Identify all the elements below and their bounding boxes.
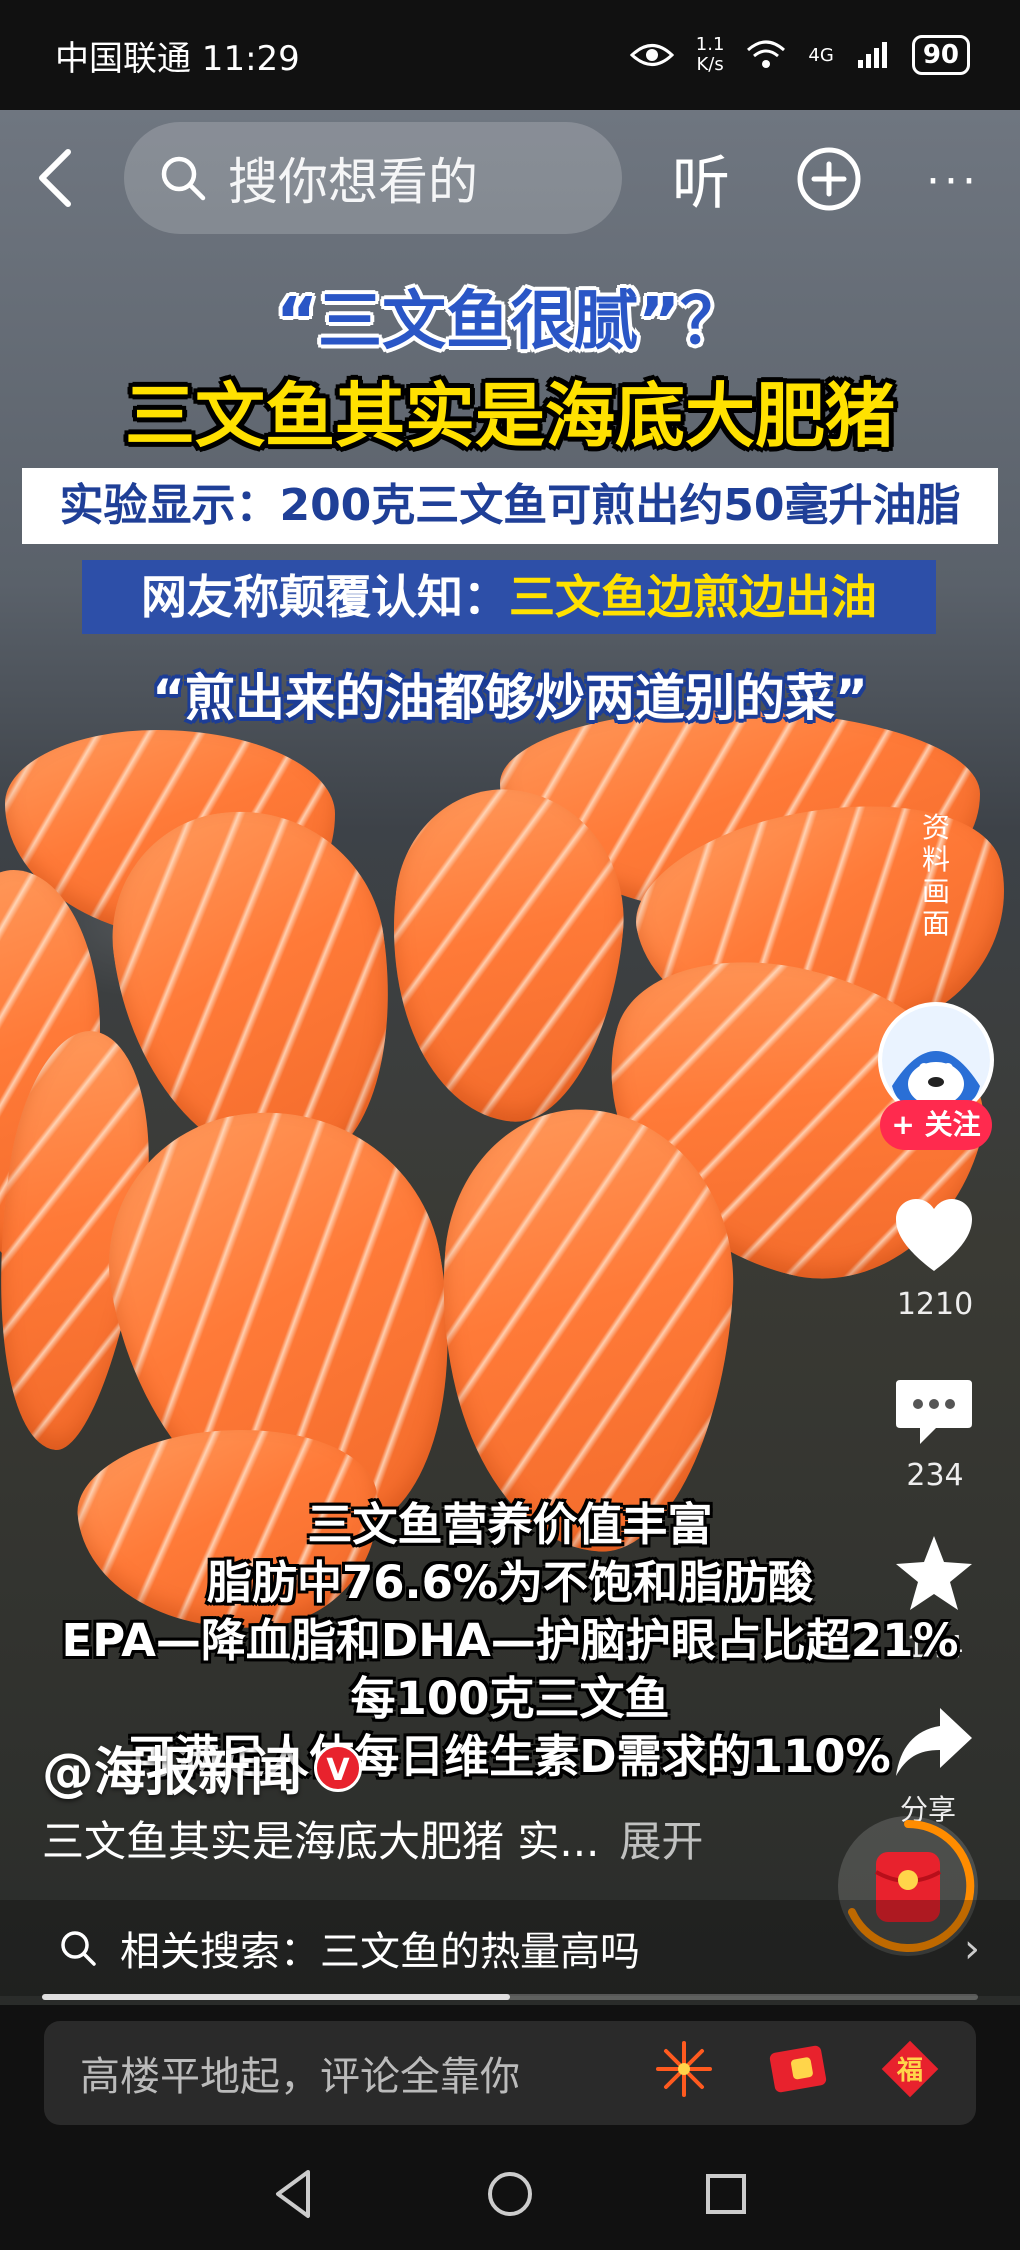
red-envelope-icon[interactable] bbox=[766, 2037, 830, 2101]
description-text: 三文鱼其实是海底大肥猪 实... bbox=[42, 1817, 600, 1866]
comment-bar: 高楼平地起，评论全靠你 福 bbox=[0, 2005, 1020, 2140]
back-icon[interactable] bbox=[28, 146, 88, 210]
listen-button[interactable]: 听 bbox=[672, 136, 730, 220]
more-button[interactable]: ··· bbox=[926, 156, 980, 207]
fu-icon[interactable]: 福 bbox=[878, 2037, 942, 2101]
like-count: 1210 bbox=[896, 1287, 974, 1322]
carrier-time: 中国联通 11:29 bbox=[55, 38, 300, 79]
search-icon bbox=[61, 1931, 96, 1966]
netizen-banner: 网友称颠覆认知：三文鱼边煎边出油 bbox=[82, 560, 936, 634]
material-tag: 资料画面 bbox=[921, 811, 950, 940]
netizen-prefix: 网友称颠覆认知： bbox=[141, 570, 509, 624]
caption-line: 三文鱼营养价值丰富 bbox=[307, 1498, 713, 1551]
system-nav-bar bbox=[0, 2140, 1020, 2250]
net-speed: 1.1 K/s bbox=[696, 35, 725, 75]
fireworks-icon[interactable] bbox=[652, 2037, 716, 2101]
follow-button[interactable]: + 关注 bbox=[880, 1100, 992, 1150]
avatar-icon bbox=[882, 1006, 990, 1114]
expand-link[interactable]: 展开 bbox=[619, 1808, 703, 1869]
caption-line: EPA—降血脂和DHA—护脑护眼占比超21% bbox=[61, 1614, 959, 1667]
author-row[interactable]: @海报新闻 V bbox=[42, 1730, 363, 1805]
heart-icon[interactable] bbox=[892, 1195, 976, 1279]
wifi-icon bbox=[747, 40, 786, 68]
status-icons: 1.1 K/s 4G 90 bbox=[629, 35, 970, 75]
comment-placeholder: 高楼平地起，评论全靠你 bbox=[80, 2054, 520, 2100]
main-title: 三文鱼其实是海底大肥猪 bbox=[125, 375, 895, 457]
related-search-text: 相关搜索：三文鱼的热量高吗 bbox=[120, 1929, 640, 1975]
progress-bar[interactable] bbox=[42, 1994, 978, 2000]
svg-text:福: 福 bbox=[896, 2056, 923, 2086]
nav-back-icon[interactable] bbox=[262, 2162, 326, 2226]
caption-line: 脂肪中76.6%为不饱和脂肪酸 bbox=[206, 1556, 814, 1609]
nav-recents-icon[interactable] bbox=[694, 2162, 758, 2226]
search-bar[interactable]: 搜你想看的 bbox=[124, 122, 622, 234]
related-search[interactable]: 相关搜索：三文鱼的热量高吗 › bbox=[0, 1900, 1020, 1996]
progress-fill bbox=[42, 1994, 510, 2000]
comment-icon[interactable] bbox=[892, 1370, 976, 1454]
search-icon bbox=[161, 156, 206, 201]
netizen-highlight: 三文鱼边煎边出油 bbox=[509, 570, 877, 624]
verified-badge: V bbox=[314, 1743, 363, 1792]
description[interactable]: 三文鱼其实是海底大肥猪 实... 展开 bbox=[42, 1808, 703, 1869]
eye-icon bbox=[629, 44, 674, 66]
comment-count: 234 bbox=[906, 1458, 964, 1493]
network-type: 4G bbox=[808, 44, 834, 66]
comment-input[interactable]: 高楼平地起，评论全靠你 bbox=[44, 2021, 976, 2125]
caption-line: 每100克三文鱼 bbox=[350, 1672, 670, 1725]
add-icon[interactable] bbox=[796, 146, 862, 212]
net-speed-value: 1.1 bbox=[695, 34, 725, 55]
author-name[interactable]: @海报新闻 bbox=[42, 1730, 302, 1805]
nav-home-icon[interactable] bbox=[478, 2162, 542, 2226]
signal-icon bbox=[857, 42, 887, 68]
chevron-right-icon: › bbox=[964, 1926, 980, 1972]
status-bar: 中国联通 11:29 1.1 K/s 4G 90 bbox=[0, 0, 1020, 110]
search-placeholder: 搜你想看的 bbox=[228, 153, 478, 211]
question-title: “三文鱼很腻”？ bbox=[275, 285, 745, 359]
battery-indicator: 90 bbox=[911, 35, 970, 75]
quote-text: “煎出来的油都够炒两道别的菜” bbox=[152, 669, 868, 727]
net-speed-unit: K/s bbox=[696, 54, 724, 75]
top-nav: 搜你想看的 听 ··· bbox=[0, 118, 1020, 238]
experiment-banner: 实验显示：200克三文鱼可煎出约50毫升油脂 bbox=[22, 468, 998, 544]
